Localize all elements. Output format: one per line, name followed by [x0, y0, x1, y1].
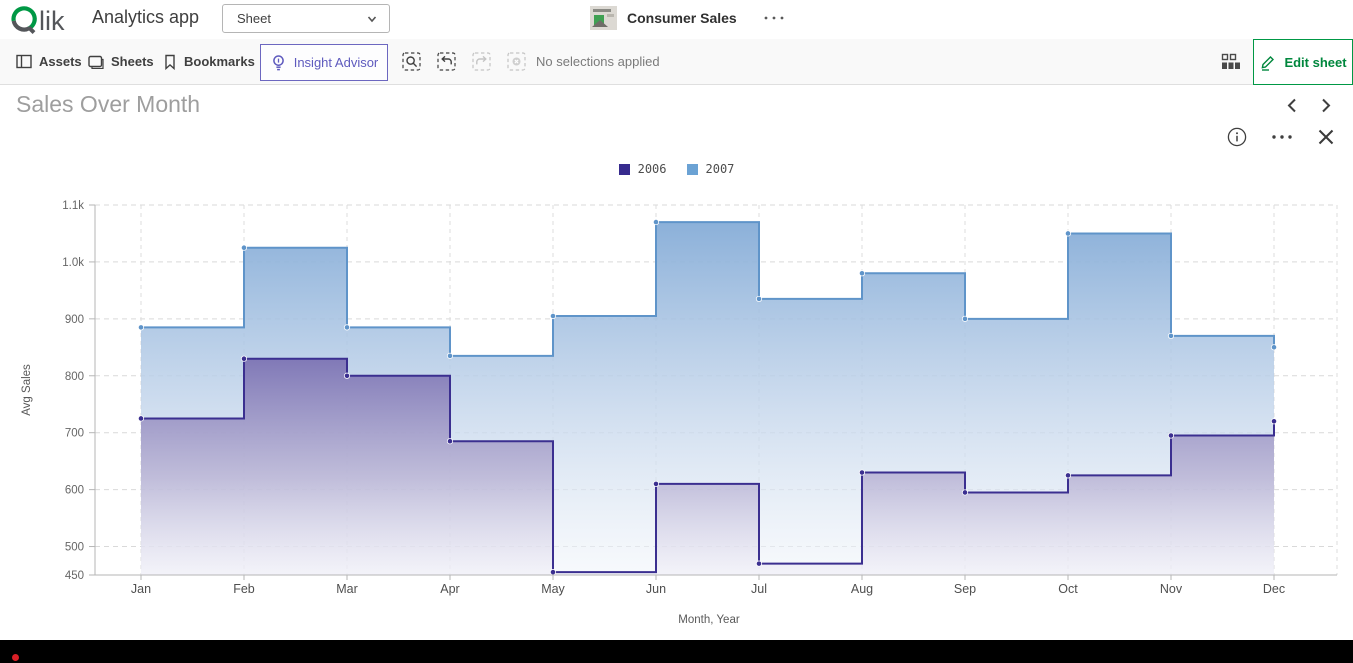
step-back-button[interactable] — [437, 52, 456, 71]
x-tick-label: Feb — [233, 582, 255, 596]
document-group[interactable]: Consumer Sales — [590, 6, 789, 30]
point-2006-Feb[interactable] — [241, 356, 246, 361]
sheet-title: Sales Over Month — [16, 91, 200, 118]
x-tick-label: Jan — [131, 582, 151, 596]
chevron-right-icon — [1318, 97, 1333, 114]
chevron-down-icon — [365, 12, 379, 26]
step-area-plot[interactable]: 450 500 600 700 800 900 1.0k 1.1k Jan Feb Mar Apr Ma… — [0, 140, 1353, 640]
previous-sheet-button[interactable] — [1285, 97, 1300, 114]
clear-circle-icon — [507, 52, 526, 71]
x-tick-label: Oct — [1058, 582, 1078, 596]
point-2007-Feb[interactable] — [241, 245, 246, 250]
selections-status: No selections applied — [536, 54, 660, 69]
tab-bookmarks[interactable]: Bookmarks — [163, 39, 255, 84]
document-title: Consumer Sales — [627, 10, 737, 26]
point-2006-Oct[interactable] — [1065, 473, 1070, 478]
point-2006-Jan[interactable] — [138, 416, 143, 421]
point-2007-Dec[interactable] — [1271, 345, 1276, 350]
x-tick-label: Nov — [1160, 582, 1183, 596]
y-tick-label: 1.0k — [62, 257, 84, 269]
x-tick-label: Jun — [646, 582, 666, 596]
logo-q-gray-arc — [14, 21, 30, 30]
point-2006-Nov[interactable] — [1168, 433, 1173, 438]
point-2006-May[interactable] — [550, 569, 555, 574]
point-2006-Jul[interactable] — [756, 561, 761, 566]
y-tick-label: 500 — [65, 542, 84, 554]
sheets-icon — [88, 54, 104, 69]
point-2007-Mar[interactable] — [344, 325, 349, 330]
point-2007-Oct[interactable] — [1065, 231, 1070, 236]
top-bar: lik Analytics app Sheet Consumer Sales — [0, 0, 1353, 40]
tab-sheets[interactable]: Sheets — [88, 39, 154, 84]
app-thumbnail — [590, 6, 617, 30]
y-axis-title: Avg Sales — [21, 364, 33, 416]
tab-label: Assets — [39, 54, 82, 69]
logo-lik-text: lik — [39, 6, 65, 35]
document-more-button[interactable] — [759, 10, 789, 26]
clear-selections-button — [507, 52, 526, 71]
redo-arrow-icon — [472, 52, 491, 71]
x-tick-label: May — [541, 582, 565, 596]
sales-over-month-chart: 20062007 4505006007008009001.0k1.1kJanFe… — [0, 140, 1353, 640]
search-icon — [402, 52, 421, 71]
sheet-grid-button[interactable] — [1221, 53, 1241, 70]
chevron-left-icon — [1285, 97, 1300, 114]
x-axis-title: Month, Year — [678, 614, 740, 626]
x-tick-label: Sep — [954, 582, 976, 596]
x-tick-label: Jul — [751, 582, 767, 596]
y-tick-label: 450 — [65, 570, 84, 582]
point-2006-Apr[interactable] — [447, 439, 452, 444]
sheet-selector-value: Sheet — [237, 11, 271, 26]
point-2007-May[interactable] — [550, 313, 555, 318]
app-title: Analytics app — [92, 7, 199, 28]
undo-arrow-icon — [437, 52, 456, 71]
x-tick-label: Mar — [336, 582, 358, 596]
assets-panel-icon — [16, 54, 32, 69]
sheet-navigation — [1285, 97, 1333, 114]
edit-sheet-button[interactable]: Edit sheet — [1253, 39, 1353, 85]
qlik-logo[interactable]: lik — [10, 4, 82, 35]
more-horizontal-icon — [763, 14, 785, 22]
point-2007-Nov[interactable] — [1168, 333, 1173, 338]
y-tick-label: 600 — [65, 485, 84, 497]
point-2007-Jan[interactable] — [138, 325, 143, 330]
insight-advisor-label: Insight Advisor — [294, 55, 379, 70]
point-2007-Apr[interactable] — [447, 353, 452, 358]
x-tick-label: Aug — [851, 582, 873, 596]
grid-icon — [1221, 53, 1241, 70]
y-tick-label: 700 — [65, 428, 84, 440]
lightbulb-icon — [270, 54, 287, 72]
edit-sheet-label: Edit sheet — [1284, 55, 1346, 70]
sheet-selector-dropdown[interactable]: Sheet — [222, 4, 390, 33]
y-tick-label: 900 — [65, 314, 84, 326]
point-2006-Sep[interactable] — [962, 490, 967, 495]
tab-label: Bookmarks — [184, 54, 255, 69]
point-2006-Dec[interactable] — [1271, 419, 1276, 424]
bottom-black-bar — [0, 640, 1353, 663]
tab-label: Sheets — [111, 54, 154, 69]
recording-indicator-dot — [12, 654, 19, 661]
logo-q-tail — [29, 27, 35, 32]
point-2006-Aug[interactable] — [859, 470, 864, 475]
point-2006-Mar[interactable] — [344, 373, 349, 378]
point-2006-Jun[interactable] — [653, 481, 658, 486]
pencil-icon — [1259, 53, 1277, 71]
point-2007-Jun[interactable] — [653, 219, 658, 224]
y-tick-label: 1.1k — [62, 200, 84, 212]
tab-assets[interactable]: Assets — [16, 39, 82, 84]
x-tick-label: Dec — [1263, 582, 1285, 596]
point-2007-Sep[interactable] — [962, 316, 967, 321]
next-sheet-button[interactable] — [1318, 97, 1333, 114]
point-2007-Aug[interactable] — [859, 271, 864, 276]
insight-advisor-button[interactable]: Insight Advisor — [260, 44, 388, 81]
x-tick-label: Apr — [440, 582, 459, 596]
y-tick-label: 800 — [65, 371, 84, 383]
bookmark-icon — [163, 54, 177, 70]
toolbar: Assets Sheets Bookmarks Insight Advisor — [0, 39, 1353, 85]
step-forward-button — [472, 52, 491, 71]
smart-search-button[interactable] — [402, 52, 421, 71]
point-2007-Jul[interactable] — [756, 296, 761, 301]
qlik-sense-app: lik Analytics app Sheet Consumer Sales — [0, 0, 1353, 663]
